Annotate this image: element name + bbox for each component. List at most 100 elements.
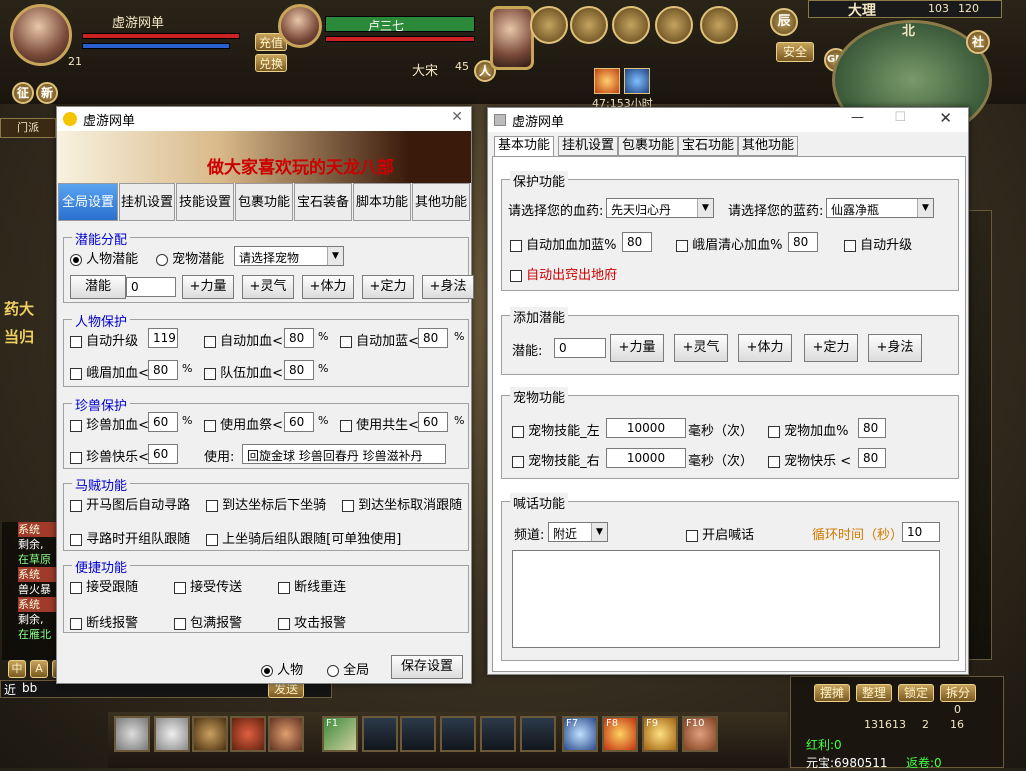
team-hp-checkbox[interactable]: 队伍加血< [204,362,283,381]
add-strength-button[interactable]: +力量 [182,275,234,299]
menu-icon-5[interactable] [700,6,738,44]
menu-icon-4[interactable] [655,6,693,44]
emei-heal-checkbox[interactable]: 峨眉清心加血% [676,234,783,253]
tab-other-functions[interactable]: 其他功能 [412,183,470,221]
tab-gem-equipment[interactable]: 宝石装备 [294,183,352,221]
auto-hpmp-input[interactable]: 80 [622,232,652,252]
shout-message-textarea[interactable] [512,550,940,648]
radio-indicator[interactable] [70,253,82,266]
tab-gem-functions[interactable]: 宝石功能 [678,136,739,156]
mp-potion-select[interactable]: 仙露净瓶 ▼ [826,198,934,218]
tab-script-functions[interactable]: 脚本功能 [353,183,411,221]
checkbox[interactable] [340,335,352,348]
bag-full-alarm-checkbox[interactable]: 包满报警 [174,612,242,631]
tab-hangup-settings[interactable]: 挂机设置 [558,136,619,156]
use-blood-checkbox[interactable]: 使用血祭< [204,414,283,433]
close-icon[interactable]: ✕ [451,109,463,125]
enable-shout-checkbox[interactable]: 开启喊话 [686,524,754,543]
tab-hangup-settings[interactable]: 挂机设置 [119,183,175,221]
exchange-button[interactable]: 兑换 [255,54,287,72]
pet-hp-input[interactable]: 60 [148,412,178,432]
pet-happy-input[interactable]: 60 [148,444,178,464]
checkbox[interactable] [340,419,352,432]
radio-pet-potential[interactable]: 宠物潜能 [156,248,224,267]
disconnect-alarm-checkbox[interactable]: 断线报警 [70,612,138,631]
chevron-down-icon[interactable]: ▼ [917,199,933,217]
right-window-titlebar[interactable]: 虚游网单 — ☐ ✕ [488,108,968,132]
auto-path-checkbox[interactable]: 开马图后自动寻路 [70,494,190,513]
add-focus-button[interactable]: +定力 [804,334,858,362]
emei-hp-checkbox[interactable]: 峨眉加血< [70,362,149,381]
checkbox[interactable] [70,533,82,546]
radio-indicator[interactable] [261,664,273,677]
chat-channel-zhong[interactable]: 中 [8,660,26,678]
checkbox[interactable] [204,367,216,380]
stall-button[interactable]: 摆摊 [814,684,850,702]
menu-icon-3[interactable] [612,6,650,44]
use-blood-input[interactable]: 60 [284,412,314,432]
chevron-down-icon[interactable]: ▼ [697,199,713,217]
skill-slot[interactable] [362,716,398,752]
mount-follow-checkbox[interactable]: 上坐骑后组队跟随[可单独使用] [206,528,401,547]
use-share-input[interactable]: 60 [418,412,448,432]
checkbox[interactable] [70,581,82,594]
checkbox[interactable] [676,239,688,252]
checkbox[interactable] [768,425,780,438]
potential-value-input[interactable]: 0 [126,277,176,297]
hp-potion-select[interactable]: 先天归心丹 ▼ [606,198,714,218]
radio-save-global[interactable]: 全局 [327,659,369,678]
skill-slot-f1[interactable]: F1 [322,716,358,752]
dismount-checkbox[interactable]: 到达坐标后下坐骑 [206,494,326,513]
emei-heal-input[interactable]: 80 [788,232,818,252]
maximize-icon[interactable]: ☐ [894,110,906,125]
close-icon[interactable]: ✕ [939,109,952,127]
save-settings-button[interactable]: 保存设置 [391,655,463,679]
pet-skill-right-input[interactable]: 10000 [606,448,686,468]
auto-hpmp-checkbox[interactable]: 自动加血加蓝% [510,234,617,253]
use-items-input[interactable]: 回旋金球 珍兽回春丹 珍兽滋补丹 [242,444,446,464]
pet-happy-checkbox[interactable]: 珍兽快乐< [70,446,149,465]
skill-slot-f7[interactable]: F7 [562,716,598,752]
pet-skill-right-checkbox[interactable]: 宠物技能_右 [512,450,600,469]
checkbox[interactable] [70,499,82,512]
tab-bag-functions[interactable]: 包裹功能 [618,136,679,156]
checkbox[interactable] [70,419,82,432]
tab-skill-settings[interactable]: 技能设置 [176,183,234,221]
team-hp-input[interactable]: 80 [284,360,314,380]
menu-icon-2[interactable] [570,6,608,44]
accept-teleport-checkbox[interactable]: 接受传送 [174,576,242,595]
auto-mp-checkbox[interactable]: 自动加蓝< [340,330,419,349]
checkbox[interactable] [512,455,524,468]
add-strength-button[interactable]: +力量 [610,334,664,362]
tab-basic-functions[interactable]: 基本功能 [494,136,555,158]
cancel-follow-checkbox[interactable]: 到达坐标取消跟随 [342,494,462,513]
checkbox[interactable] [70,335,82,348]
pet-select[interactable]: 请选择宠物 ▼ [234,246,344,266]
skill-slot-f8[interactable]: F8 [602,716,638,752]
use-share-checkbox[interactable]: 使用共生< [340,414,419,433]
checkbox[interactable] [70,451,82,464]
safe-button[interactable]: 安全 [776,42,814,62]
checkbox[interactable] [510,269,522,282]
chevron-down-icon[interactable]: ▼ [591,523,607,541]
auto-hp-input[interactable]: 80 [284,328,314,348]
checkbox[interactable] [768,455,780,468]
auto-upgrade-checkbox[interactable]: 自动升级 [844,234,912,253]
add-focus-button[interactable]: +定力 [362,275,414,299]
checkbox[interactable] [204,419,216,432]
potential-button[interactable]: 潜能 [70,275,126,299]
sort-button[interactable]: 整理 [856,684,892,702]
xin-button[interactable]: 新 [36,82,58,104]
auto-out-checkbox[interactable]: 自动出窍出地府 [510,264,617,283]
pet-skill-left-checkbox[interactable]: 宠物技能_左 [512,420,600,439]
checkbox[interactable] [174,581,186,594]
checkbox[interactable] [206,499,218,512]
checkbox[interactable] [204,335,216,348]
checkbox[interactable] [510,239,522,252]
checkbox[interactable] [174,617,186,630]
radio-indicator[interactable] [327,664,339,677]
skill-slot[interactable] [520,716,556,752]
skill-slot[interactable] [400,716,436,752]
left-window-titlebar[interactable]: 虚游网单 ✕ [57,107,471,131]
pet-hp-checkbox[interactable]: 珍兽加血< [70,414,149,433]
